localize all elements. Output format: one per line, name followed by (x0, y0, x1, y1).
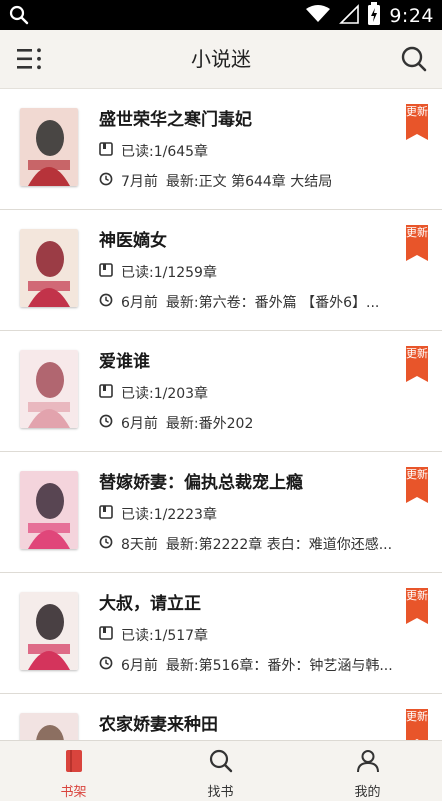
update-badge: 更新 (406, 104, 428, 140)
clock-icon (99, 414, 121, 432)
book-cover (20, 350, 78, 428)
bookmark-icon (99, 142, 121, 160)
update-badge-label: 更新 (406, 105, 428, 118)
latest-chapter-text: 最新:第六卷：番外篇 【番外6】... (165, 295, 380, 311)
update-badge-label: 更新 (406, 710, 428, 723)
latest-chapter-text: 最新:第2222章 表白：难道你还感... (165, 537, 393, 553)
status-bar: 9:24 (0, 0, 442, 30)
search-icon (401, 46, 427, 72)
read-progress-text: 已读:1/2223章 (121, 507, 217, 523)
book-cover (20, 108, 78, 186)
latest-chapter: 7月前 最新:正文 第644章 大结局 (99, 171, 332, 191)
read-progress-text: 已读:1/645章 (121, 144, 209, 160)
person-icon (356, 750, 379, 773)
tab-label: 我的 (354, 785, 381, 800)
book-cover (20, 592, 78, 670)
update-badge-label: 更新 (406, 468, 428, 481)
bookmark-icon (99, 626, 121, 644)
update-time: 6月前 (121, 295, 158, 311)
latest-chapter: 6月前 最新:番外202 (99, 413, 253, 433)
update-badge: 更新 (406, 346, 428, 382)
latest-chapter: 6月前 最新:第516章：番外：钟艺涵与韩... (99, 655, 393, 675)
update-badge: 更新 (406, 588, 428, 624)
bookmark-icon (99, 384, 121, 402)
app-bar: 小说迷 (0, 30, 442, 89)
read-progress: 已读:1/517章 (99, 625, 208, 645)
book-title: 大叔，请立正 (99, 594, 201, 614)
bookmark-icon (99, 263, 121, 281)
tab-bookshelf[interactable]: 书架 (0, 741, 147, 801)
menu-button[interactable] (16, 46, 44, 72)
update-badge-label: 更新 (406, 226, 428, 239)
clock-icon (99, 293, 121, 311)
bottom-tab-bar: 书架 找书 我的 (0, 740, 442, 801)
book-title: 盛世荣华之寒门毒妃 (99, 110, 252, 130)
menu-icon (17, 48, 41, 70)
book-cover (20, 471, 78, 549)
update-badge: 更新 (406, 225, 428, 261)
book-title: 神医嫡女 (99, 231, 167, 251)
tab-mine[interactable]: 我的 (294, 741, 441, 801)
update-badge-label: 更新 (406, 347, 428, 360)
search-icon (8, 4, 30, 30)
bookshelf-list: 盛世荣华之寒门毒妃 已读:1/645章 7月前 最新:正文 第644章 大结局 更新 神医… (0, 89, 442, 740)
latest-chapter-text: 最新:第516章：番外：钟艺涵与韩... (165, 658, 393, 674)
tab-label: 书架 (60, 785, 87, 800)
read-progress: 已读:1/645章 (99, 141, 208, 161)
signal-icon (339, 4, 360, 28)
read-progress-text: 已读:1/1259章 (121, 265, 217, 281)
wifi-icon (305, 4, 331, 28)
latest-chapter-text: 最新:番外202 (165, 416, 254, 432)
update-badge: 更新 (406, 709, 428, 740)
tab-find-books[interactable]: 找书 (147, 741, 294, 801)
book-list-item[interactable]: 爱谁谁已读:1/203章 6月前 最新:番外202 更新 (0, 331, 442, 452)
battery-charging-icon (367, 2, 381, 30)
search-button[interactable] (400, 45, 428, 73)
page-title: 小说迷 (191, 47, 251, 71)
book-cover (20, 229, 78, 307)
book-list-item[interactable]: 农家娇妻来种田 更新 (0, 694, 442, 740)
book-list-item[interactable]: 替嫁娇妻：偏执总裁宠上瘾已读:1/2223章 8天前 最新:第2222章 表白：难道… (0, 452, 442, 573)
clock-icon (99, 656, 121, 674)
book-list-item[interactable]: 盛世荣华之寒门毒妃已读:1/645章 7月前 最新:正文 第644章 大结局 更新 (0, 89, 442, 210)
book-list-item[interactable]: 大叔，请立正已读:1/517章 6月前 最新:第516章：番外：钟艺涵与韩... 更新 (0, 573, 442, 694)
clock-time: 9:24 (389, 5, 434, 27)
read-progress-text: 已读:1/203章 (121, 386, 209, 402)
update-time: 7月前 (121, 174, 158, 190)
book-title: 替嫁娇妻：偏执总裁宠上瘾 (99, 473, 303, 493)
bookshelf-icon (65, 750, 82, 772)
clock-icon (99, 172, 121, 190)
latest-chapter-text: 最新:正文 第644章 大结局 (165, 174, 333, 190)
update-time: 6月前 (121, 416, 158, 432)
read-progress: 已读:1/1259章 (99, 262, 217, 282)
bookmark-icon (99, 505, 121, 523)
tab-label: 找书 (207, 785, 234, 800)
update-badge: 更新 (406, 467, 428, 503)
clock-icon (99, 535, 121, 553)
update-time: 8天前 (121, 537, 158, 553)
read-progress-text: 已读:1/517章 (121, 628, 209, 644)
latest-chapter: 8天前 最新:第2222章 表白：难道你还感... (99, 534, 392, 554)
update-badge-label: 更新 (406, 589, 428, 602)
book-cover (20, 713, 78, 740)
read-progress: 已读:1/203章 (99, 383, 208, 403)
read-progress: 已读:1/2223章 (99, 504, 217, 524)
search-icon (209, 749, 232, 773)
book-title: 农家娇妻来种田 (99, 715, 218, 735)
latest-chapter: 6月前 最新:第六卷：番外篇 【番外6】... (99, 292, 379, 312)
book-list-item[interactable]: 神医嫡女已读:1/1259章 6月前 最新:第六卷：番外篇 【番外6】... 更新 (0, 210, 442, 331)
update-time: 6月前 (121, 658, 158, 674)
book-title: 爱谁谁 (99, 352, 150, 372)
